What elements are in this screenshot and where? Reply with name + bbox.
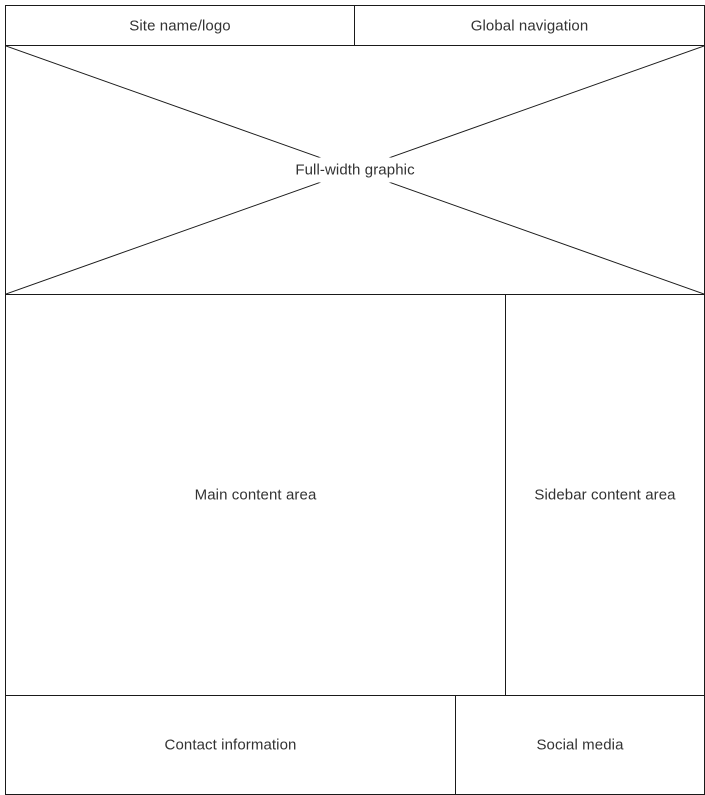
global-navigation-box: Global navigation xyxy=(354,5,705,46)
social-media-label: Social media xyxy=(536,736,624,754)
sidebar-content-box: Sidebar content area xyxy=(505,294,705,696)
contact-information-label: Contact information xyxy=(164,736,297,754)
wireframe-diagram: Site name/logo Global navigation Full-wi… xyxy=(0,0,705,795)
main-content-box: Main content area xyxy=(5,294,506,696)
contact-information-box: Contact information xyxy=(5,695,456,795)
main-content-label: Main content area xyxy=(194,486,317,504)
sidebar-content-label: Sidebar content area xyxy=(534,486,676,504)
global-navigation-label: Global navigation xyxy=(470,17,589,34)
social-media-box: Social media xyxy=(455,695,705,795)
site-logo-label: Site name/logo xyxy=(129,17,231,34)
full-width-graphic-label: Full-width graphic xyxy=(289,157,421,183)
site-logo-box: Site name/logo xyxy=(5,5,355,46)
full-width-graphic-box: Full-width graphic xyxy=(5,45,705,295)
